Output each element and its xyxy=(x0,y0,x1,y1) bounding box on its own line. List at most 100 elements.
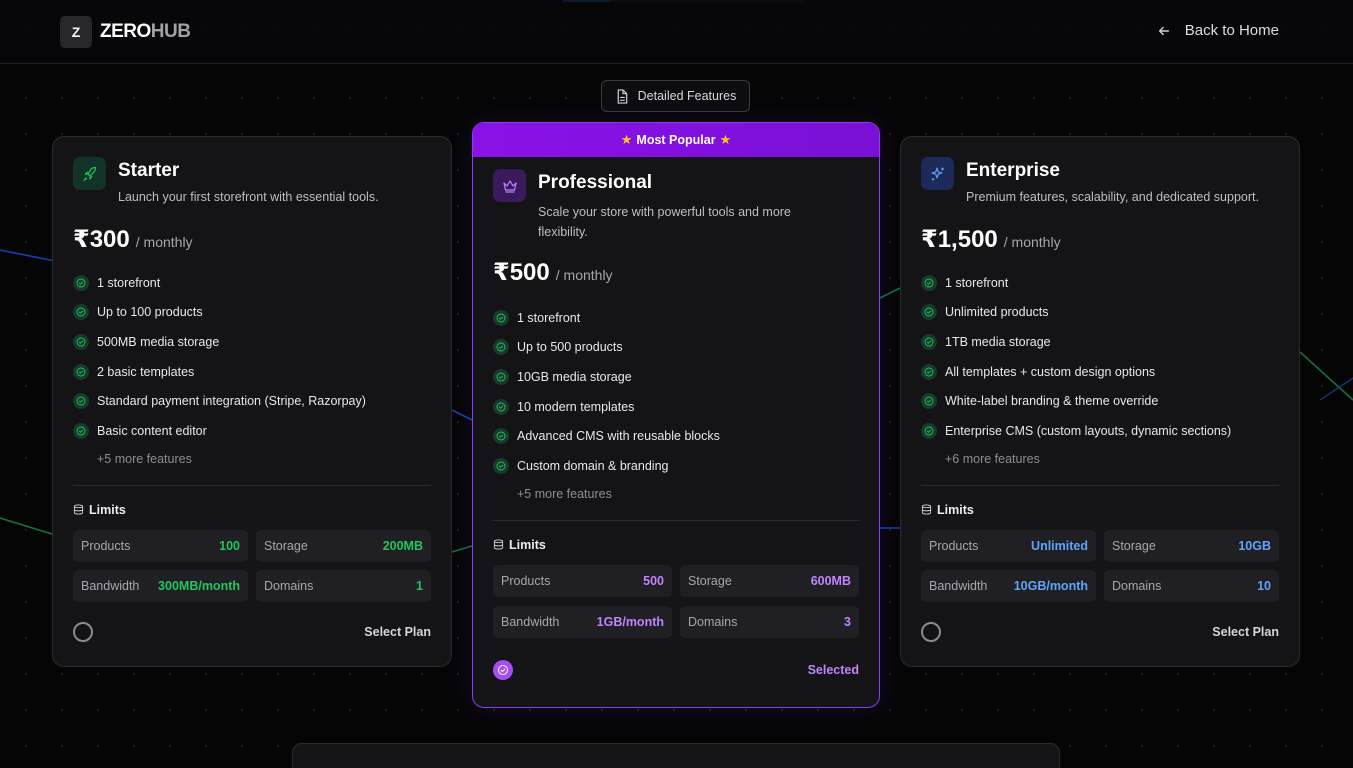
check-circle-icon xyxy=(73,393,89,410)
feature-list: 1 storefront Up to 500 products 10GB media… xyxy=(493,303,859,481)
plan-name: Starter xyxy=(118,160,180,181)
check-circle-icon xyxy=(921,274,937,291)
feature-item: 2 basic templates xyxy=(73,357,431,387)
most-popular-badge: ★ Most Popular ★ xyxy=(473,123,879,157)
feature-item: 1 storefront xyxy=(493,303,859,333)
limits-heading: Limits xyxy=(493,538,859,552)
sparkles-icon xyxy=(921,157,954,190)
limits-heading: Limits xyxy=(73,503,431,517)
check-circle-icon xyxy=(498,664,508,675)
feature-item: Custom domain & branding xyxy=(493,451,859,481)
feature-item: Standard payment integration (Stripe, Ra… xyxy=(73,386,431,416)
detailed-features-label: Detailed Features xyxy=(637,89,737,103)
limit-products: Products Unlimited xyxy=(921,529,1096,562)
select-plan-button[interactable]: Select Plan xyxy=(364,625,431,639)
feature-item: 1TB media storage xyxy=(921,327,1279,357)
divider xyxy=(73,484,431,486)
limit-domains: Domains 10 xyxy=(1104,569,1279,602)
more-features-link[interactable]: +6 more features xyxy=(945,452,1279,466)
feature-item: 500MB media storage xyxy=(73,327,431,357)
feature-list: 1 storefront Up to 100 products 500MB medi… xyxy=(73,268,431,446)
document-icon xyxy=(617,88,627,104)
database-icon xyxy=(73,504,84,515)
top-header: Z ZEROHUB Back to Home xyxy=(0,0,1353,64)
feature-item: 1 storefront xyxy=(921,268,1279,298)
check-circle-icon xyxy=(921,333,937,350)
feature-item: Up to 500 products xyxy=(493,333,859,363)
check-circle-icon xyxy=(73,422,89,439)
limit-domains: Domains 3 xyxy=(680,605,859,638)
limit-products: Products 500 xyxy=(493,564,672,597)
limit-domains: Domains 1 xyxy=(256,569,431,602)
feature-item: Enterprise CMS (custom layouts, dynamic … xyxy=(921,416,1279,446)
plan-card-starter[interactable]: Starter Launch your first storefront wit… xyxy=(52,136,452,667)
check-circle-icon xyxy=(921,304,937,321)
check-circle-icon xyxy=(921,393,937,410)
check-circle-icon xyxy=(73,274,89,291)
database-icon xyxy=(493,539,504,550)
crown-icon xyxy=(493,169,526,202)
feature-item: 10 modern templates xyxy=(493,392,859,422)
logo-wordmark: ZEROHUB xyxy=(100,21,191,42)
check-circle-icon xyxy=(493,339,509,356)
more-features-link[interactable]: +5 more features xyxy=(517,487,859,501)
check-circle-icon xyxy=(73,363,89,380)
plan-name: Professional xyxy=(538,172,653,193)
check-circle-icon xyxy=(493,398,509,415)
detailed-features-button[interactable]: Detailed Features xyxy=(601,80,750,112)
back-label: Back to Home xyxy=(1184,22,1279,39)
check-circle-icon xyxy=(493,309,509,326)
rocket-icon xyxy=(73,157,106,190)
plan-price: ₹1,500/ monthly xyxy=(921,226,1061,253)
plan-description: Premium features, scalability, and dedic… xyxy=(966,190,1259,204)
check-circle-icon xyxy=(73,333,89,350)
divider xyxy=(921,484,1279,486)
feature-item: Unlimited products xyxy=(921,298,1279,328)
limit-storage: Storage 200MB xyxy=(256,529,431,562)
plan-radio[interactable] xyxy=(73,621,93,642)
plan-description: Launch your first storefront with essent… xyxy=(118,190,379,204)
arrow-left-icon xyxy=(1158,26,1169,35)
plan-price: ₹500/ monthly xyxy=(493,259,613,286)
logo-mark: Z xyxy=(60,16,92,48)
plan-radio-selected[interactable] xyxy=(493,659,513,680)
limits-grid: Products 100 Storage 200MB Bandwidth 300MB/mo… xyxy=(73,529,431,602)
comparison-panel xyxy=(292,743,1060,768)
selected-plan-button[interactable]: Selected xyxy=(808,663,859,677)
limit-storage: Storage 10GB xyxy=(1104,529,1279,562)
limit-storage: Storage 600MB xyxy=(680,564,859,597)
back-to-home-link[interactable]: Back to Home xyxy=(1157,22,1279,39)
check-circle-icon xyxy=(921,363,937,380)
plan-name: Enterprise xyxy=(966,160,1060,181)
check-circle-icon xyxy=(493,457,509,474)
select-plan-button[interactable]: Select Plan xyxy=(1212,625,1279,639)
more-features-link[interactable]: +5 more features xyxy=(97,452,431,466)
plan-price: ₹300/ monthly xyxy=(73,226,193,253)
divider xyxy=(493,519,859,521)
check-circle-icon xyxy=(493,368,509,385)
plan-description: Scale your store with powerful tools and… xyxy=(538,205,791,239)
limits-grid: Products Unlimited Storage 10GB Bandwidth 10G… xyxy=(921,529,1279,602)
feature-item: Basic content editor xyxy=(73,416,431,446)
limits-heading: Limits xyxy=(921,503,1279,517)
feature-item: 10GB media storage xyxy=(493,362,859,392)
check-circle-icon xyxy=(73,304,89,321)
feature-item: White-label branding & theme override xyxy=(921,386,1279,416)
feature-item: Up to 100 products xyxy=(73,298,431,328)
feature-item: Advanced CMS with reusable blocks xyxy=(493,421,859,451)
plan-radio[interactable] xyxy=(921,621,941,642)
logo[interactable]: Z ZEROHUB xyxy=(60,16,191,48)
feature-item: 1 storefront xyxy=(73,268,431,298)
plan-card-professional[interactable]: ★ Most Popular ★ Professional Scale your… xyxy=(472,122,880,708)
limit-bandwidth: Bandwidth 10GB/month xyxy=(921,569,1096,602)
limit-products: Products 100 xyxy=(73,529,248,562)
check-circle-icon xyxy=(493,428,509,445)
star-icon: ★ xyxy=(620,132,633,147)
database-icon xyxy=(921,504,932,515)
limit-bandwidth: Bandwidth 1GB/month xyxy=(493,605,672,638)
star-icon: ★ xyxy=(719,132,732,147)
feature-item: All templates + custom design options xyxy=(921,357,1279,387)
limits-grid: Products 500 Storage 600MB Bandwidth 1GB/mont… xyxy=(493,564,859,638)
limit-bandwidth: Bandwidth 300MB/month xyxy=(73,569,248,602)
plan-card-enterprise[interactable]: Enterprise Premium features, scalability… xyxy=(900,136,1300,667)
